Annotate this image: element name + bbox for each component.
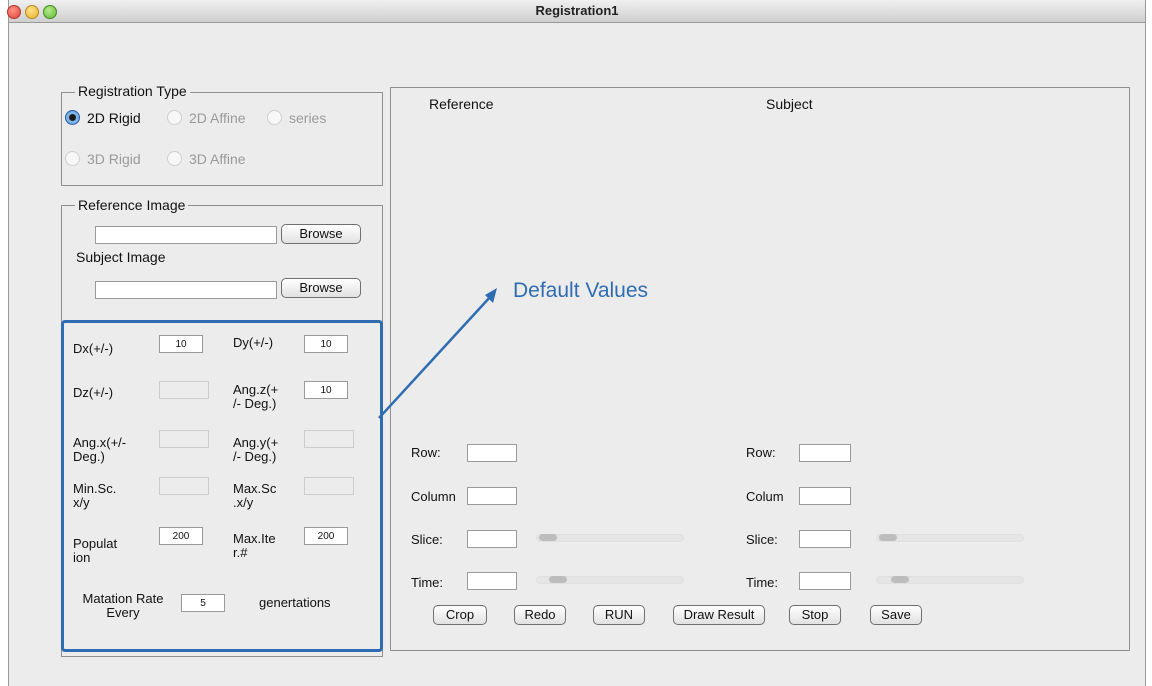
annotation-arrow-icon <box>378 288 497 419</box>
app-window: Registration1 Registration Type 2D Rigid… <box>7 0 1146 686</box>
